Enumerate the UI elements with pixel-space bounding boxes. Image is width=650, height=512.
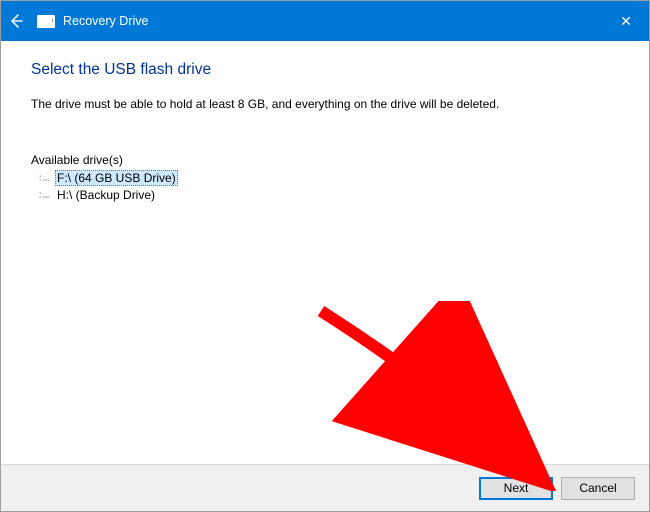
cancel-button[interactable]: Cancel <box>561 477 635 500</box>
drives-list: :… F:\ (64 GB USB Drive) :… H:\ (Backup … <box>37 169 619 203</box>
tree-connector-icon: :… <box>37 189 55 200</box>
content-area: Select the USB flash drive The drive mus… <box>1 41 649 464</box>
instruction-text: The drive must be able to hold at least … <box>31 97 619 111</box>
drive-item-label: F:\ (64 GB USB Drive) <box>55 170 178 186</box>
wizard-window: Recovery Drive ✕ Select the USB flash dr… <box>0 0 650 512</box>
footer: Next Cancel <box>1 464 649 511</box>
drive-item[interactable]: :… H:\ (Backup Drive) <box>37 186 619 203</box>
next-button[interactable]: Next <box>479 477 553 500</box>
window-title: Recovery Drive <box>63 14 148 28</box>
annotation-arrow-icon <box>311 301 571 491</box>
page-heading: Select the USB flash drive <box>31 61 619 79</box>
back-arrow-icon <box>9 14 23 28</box>
close-icon: ✕ <box>620 13 632 30</box>
drive-item-label: H:\ (Backup Drive) <box>55 188 157 202</box>
back-button[interactable] <box>1 1 31 41</box>
tree-connector-icon: :… <box>37 172 55 183</box>
drives-label: Available drive(s) <box>31 153 619 167</box>
drive-item[interactable]: :… F:\ (64 GB USB Drive) <box>37 169 619 186</box>
close-button[interactable]: ✕ <box>603 1 649 41</box>
drive-icon <box>37 15 55 28</box>
titlebar: Recovery Drive ✕ <box>1 1 649 41</box>
